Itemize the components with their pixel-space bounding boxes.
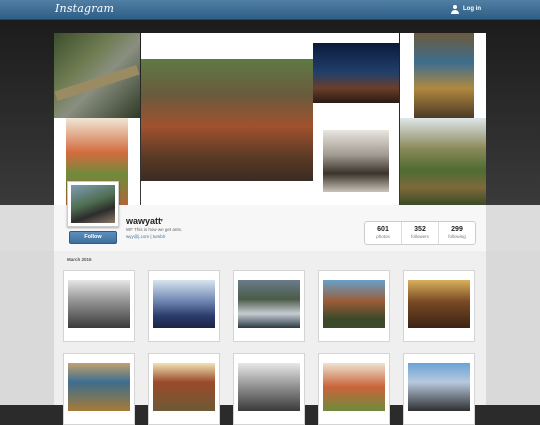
photo-thumbnail (408, 280, 470, 328)
collage-photo-parrot (400, 33, 486, 118)
email-link[interactable]: wyy@j.com (126, 234, 149, 239)
photo-thumbnail (323, 280, 385, 328)
photo-card[interactable] (318, 353, 390, 425)
collage-photo-street-band (141, 33, 313, 205)
photo-card[interactable] (63, 270, 135, 342)
instagram-logo[interactable]: Instagram (55, 2, 114, 15)
chevron-down-icon[interactable]: ▾ (160, 217, 163, 224)
stat-followers[interactable]: 352 followers (402, 222, 439, 244)
photo-card[interactable] (403, 353, 475, 425)
photo-thumbnail (153, 280, 215, 328)
profile-stats: 601 photos 352 followers 299 following (364, 221, 476, 245)
stat-value: 352 (414, 226, 426, 233)
avatar[interactable] (67, 181, 119, 227)
collage-photo-river-bridge (54, 33, 140, 118)
photo-card[interactable] (148, 270, 220, 342)
photo-thumbnail (68, 363, 130, 411)
stat-value: 601 (377, 226, 389, 233)
login-label: Log in (463, 6, 481, 12)
photo-card[interactable] (403, 270, 475, 342)
stat-value: 299 (451, 226, 463, 233)
photo-thumbnail (408, 363, 470, 411)
photo-card[interactable] (148, 353, 220, 425)
photo-card[interactable] (233, 270, 305, 342)
photo-thumbnail (323, 363, 385, 411)
collage-photo-garden (400, 118, 486, 205)
photo-thumbnail (238, 363, 300, 411)
profile-username: wawyatt (126, 216, 162, 226)
profile-links: wyy@j.com | tumblr (126, 234, 165, 239)
photo-card[interactable] (233, 353, 305, 425)
login-link[interactable]: Log in (450, 3, 481, 15)
stat-label: followers (411, 234, 429, 239)
photo-card[interactable] (63, 353, 135, 425)
collage-photo-liberty-bell (313, 118, 399, 205)
user-icon (450, 4, 459, 14)
photo-thumbnail (68, 280, 130, 328)
photo-card[interactable] (318, 270, 390, 342)
stat-label: following (448, 234, 466, 239)
link-separator: | (150, 234, 152, 239)
photo-thumbnail (153, 363, 215, 411)
collage-photo-night-building (313, 33, 399, 118)
top-navigation-bar: Instagram Log in (0, 0, 540, 20)
gallery-month-label: March 2015 (67, 257, 92, 262)
stat-label: photos (376, 234, 390, 239)
tumblr-link[interactable]: tumblr (153, 234, 166, 239)
profile-bio: WF This is how we get ants. (126, 227, 183, 232)
stat-photos[interactable]: 601 photos (365, 222, 402, 244)
avatar-photo (71, 185, 115, 223)
stat-following[interactable]: 299 following (439, 222, 475, 244)
follow-button[interactable]: Follow (69, 231, 117, 244)
photo-thumbnail (238, 280, 300, 328)
